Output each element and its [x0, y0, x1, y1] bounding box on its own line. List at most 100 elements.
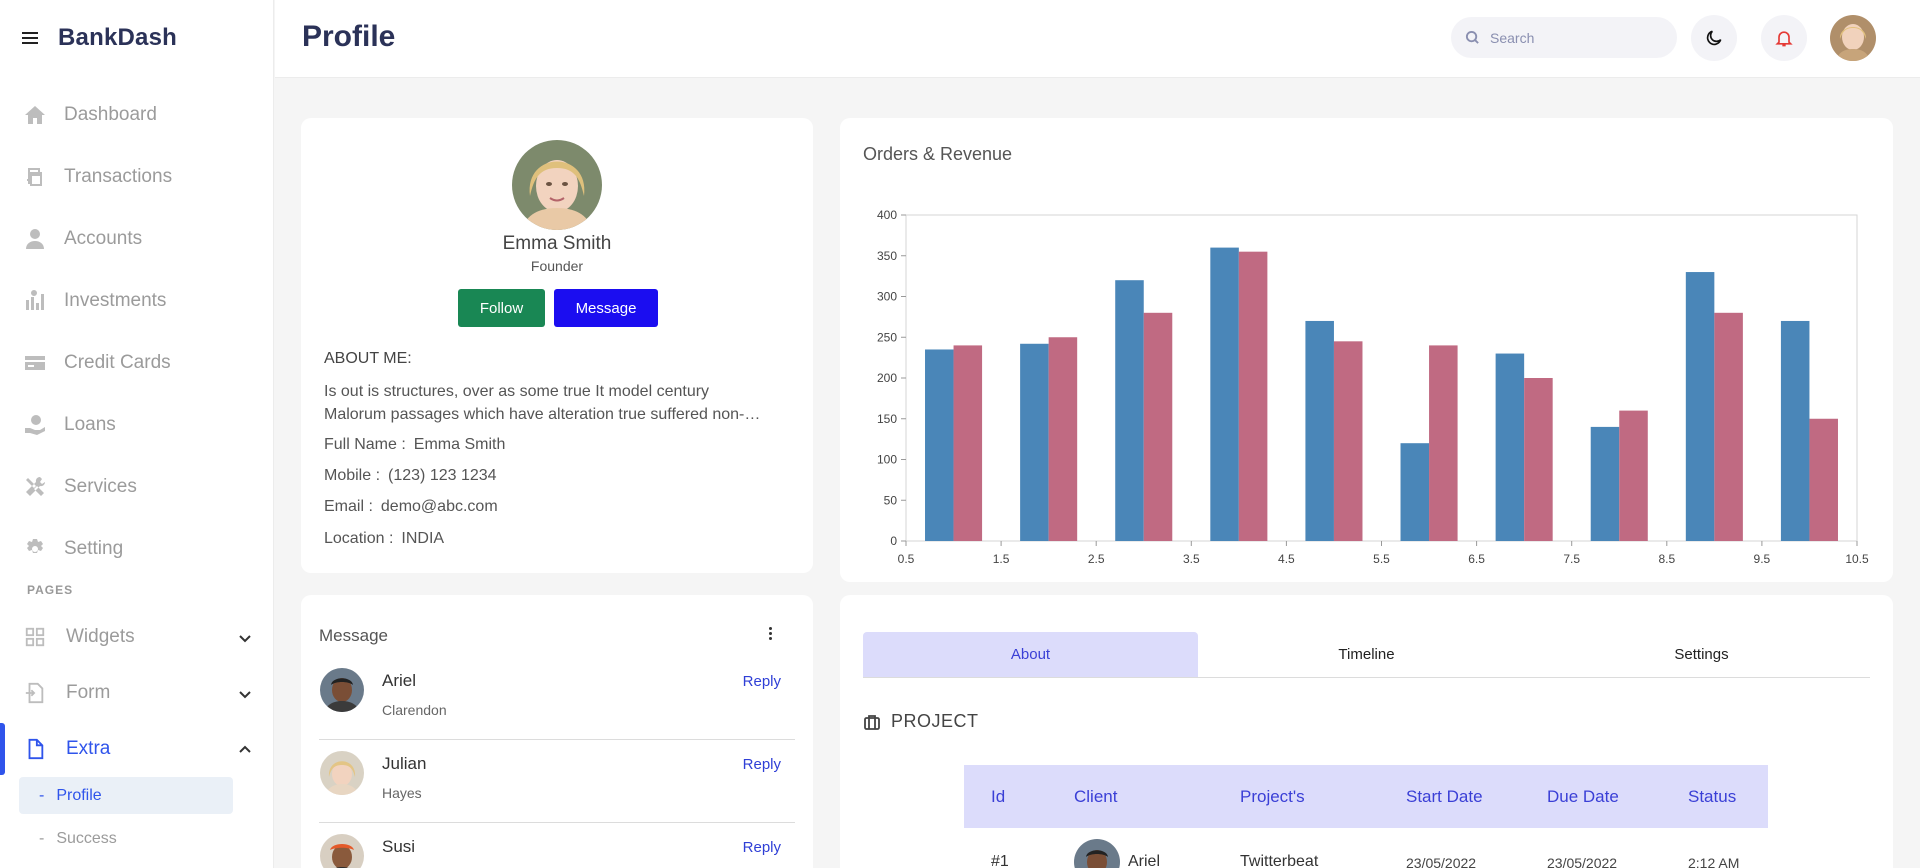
column-header: Due Date: [1547, 787, 1619, 806]
x-tick-label: 5.5: [1373, 552, 1390, 566]
sidebar-subitem-success[interactable]: - Success: [19, 820, 233, 857]
top-header: Profile: [275, 0, 1920, 78]
search-box[interactable]: [1451, 17, 1677, 58]
x-tick-label: 10.5: [1845, 552, 1869, 566]
briefcase-icon: [864, 714, 880, 730]
tools-icon: [22, 474, 48, 500]
sidebar-subitem-profile[interactable]: - Profile: [19, 777, 233, 814]
field-value: INDIA: [401, 530, 445, 547]
sidebar-item-credit-cards[interactable]: Credit Cards: [0, 332, 274, 394]
moon-icon: [1706, 30, 1722, 46]
profile-name: Emma Smith: [502, 233, 612, 254]
chevron-down-icon[interactable]: [238, 629, 252, 643]
sidebar-item-dashboard[interactable]: Dashboard: [0, 84, 274, 146]
y-tick-label: 200: [877, 371, 897, 385]
chart-title: Orders & Revenue: [863, 144, 1013, 164]
field-email: Email : demo@abc.com: [324, 498, 498, 516]
user-avatar[interactable]: [1830, 15, 1876, 61]
message-item[interactable]: Susi Reply: [319, 824, 795, 868]
table-row[interactable]: #1 Ariel Twitterbeat 23/05/2022 23/05/20…: [964, 828, 1768, 868]
profile-role: Founder: [530, 258, 584, 274]
profile-avatar: [512, 140, 602, 230]
theme-toggle-button[interactable]: [1691, 15, 1737, 61]
home-icon: [22, 102, 48, 128]
bar: [1714, 312, 1743, 541]
project-heading: PROJECT: [863, 711, 979, 732]
about-heading: ABOUT ME:: [324, 350, 412, 367]
about-line: Malorum passages which have alteration t…: [324, 406, 761, 423]
reply-link[interactable]: Reply: [743, 673, 781, 690]
bell-icon: [1775, 31, 1793, 47]
sidebar-item-setting[interactable]: Setting: [0, 518, 274, 580]
y-tick-label: 0: [890, 534, 897, 548]
sidebar-group-extra[interactable]: Extra: [0, 721, 274, 777]
bar: [953, 345, 983, 541]
sidebar-item-transactions[interactable]: Transactions: [0, 146, 274, 208]
y-tick-label: 250: [877, 330, 897, 344]
menu-icon[interactable]: [22, 31, 40, 45]
tab-settings[interactable]: Settings: [1534, 632, 1869, 677]
y-tick-label: 350: [877, 249, 897, 263]
tab-about[interactable]: About: [863, 632, 1198, 677]
message-item[interactable]: Julian Hayes Reply: [319, 741, 795, 823]
form-icon: [22, 680, 48, 706]
sidebar-group-widgets[interactable]: Widgets: [0, 609, 274, 665]
column-header: Project's: [1240, 787, 1305, 806]
orders-revenue-card: Orders & Revenue 0 50 100 150 200 250 300 350 40…: [840, 118, 1893, 582]
x-tick-label: 3.5: [1183, 552, 1200, 566]
sidebar-item-accounts[interactable]: Accounts: [0, 208, 274, 270]
dash-marker: -: [39, 829, 45, 847]
bar: [1143, 312, 1173, 541]
investments-icon: [22, 288, 48, 314]
cell-client: Ariel: [1128, 853, 1161, 868]
grid-icon: [22, 624, 48, 650]
x-tick-label: 8.5: [1658, 552, 1675, 566]
notifications-button[interactable]: [1761, 15, 1807, 61]
sidebar-item-label: Loans: [64, 414, 116, 435]
more-options-icon[interactable]: [769, 627, 773, 641]
pages-section-label: PAGES: [27, 583, 74, 597]
x-tick-label: 2.5: [1088, 552, 1105, 566]
field-key: Mobile :: [324, 467, 381, 484]
message-sender: Ariel: [382, 671, 417, 690]
sidebar-group-form[interactable]: Form: [0, 665, 274, 721]
reply-link[interactable]: Reply: [743, 839, 781, 856]
bar: [1590, 426, 1620, 541]
bar: [1780, 320, 1810, 541]
column-header: Start Date: [1406, 787, 1483, 806]
bar: [1524, 378, 1553, 541]
y-tick-label: 100: [877, 453, 897, 467]
message-subtitle: Hayes: [382, 785, 422, 801]
follow-button[interactable]: Follow: [458, 289, 545, 327]
bar: [1048, 337, 1078, 541]
loan-icon: [22, 412, 48, 438]
field-mobile: Mobile : (123) 123 1234: [324, 467, 497, 485]
search-input[interactable]: [1490, 29, 1660, 46]
about-text: Is out is structures, over as some true …: [324, 380, 794, 426]
bar: [1020, 343, 1049, 541]
x-tick-label: 1.5: [993, 552, 1010, 566]
tab-timeline[interactable]: Timeline: [1199, 632, 1534, 677]
bar: [1809, 418, 1838, 541]
x-tick-label: 0.5: [898, 552, 915, 566]
project-table: Id Client Project's Start Date Due Date …: [964, 765, 1768, 868]
sidebar-item-investments[interactable]: Investments: [0, 270, 274, 332]
column-header: Client: [1074, 787, 1118, 806]
bar: [1210, 247, 1239, 541]
message-button[interactable]: Message: [554, 289, 658, 327]
message-item[interactable]: Ariel Clarendon Reply: [319, 658, 795, 740]
sidebar: BankDash Dashboard Transactions Accounts…: [0, 0, 274, 868]
chevron-up-icon[interactable]: [238, 741, 252, 755]
sidebar-item-label: Credit Cards: [64, 352, 171, 373]
reply-link[interactable]: Reply: [743, 756, 781, 773]
y-tick-label: 400: [877, 208, 897, 222]
profile-tabs-card: About Timeline Settings PROJECT Id Clien…: [840, 595, 1893, 868]
dash-marker: -: [39, 786, 45, 804]
sidebar-item-services[interactable]: Services: [0, 456, 274, 518]
gear-icon: [22, 536, 48, 562]
tab-bar: About Timeline Settings: [863, 632, 1870, 678]
sidebar-item-loans[interactable]: Loans: [0, 394, 274, 456]
sidebar-group-label: Extra: [66, 738, 111, 759]
table-header: Id Client Project's Start Date Due Date …: [964, 765, 1768, 828]
chevron-down-icon[interactable]: [238, 685, 252, 699]
